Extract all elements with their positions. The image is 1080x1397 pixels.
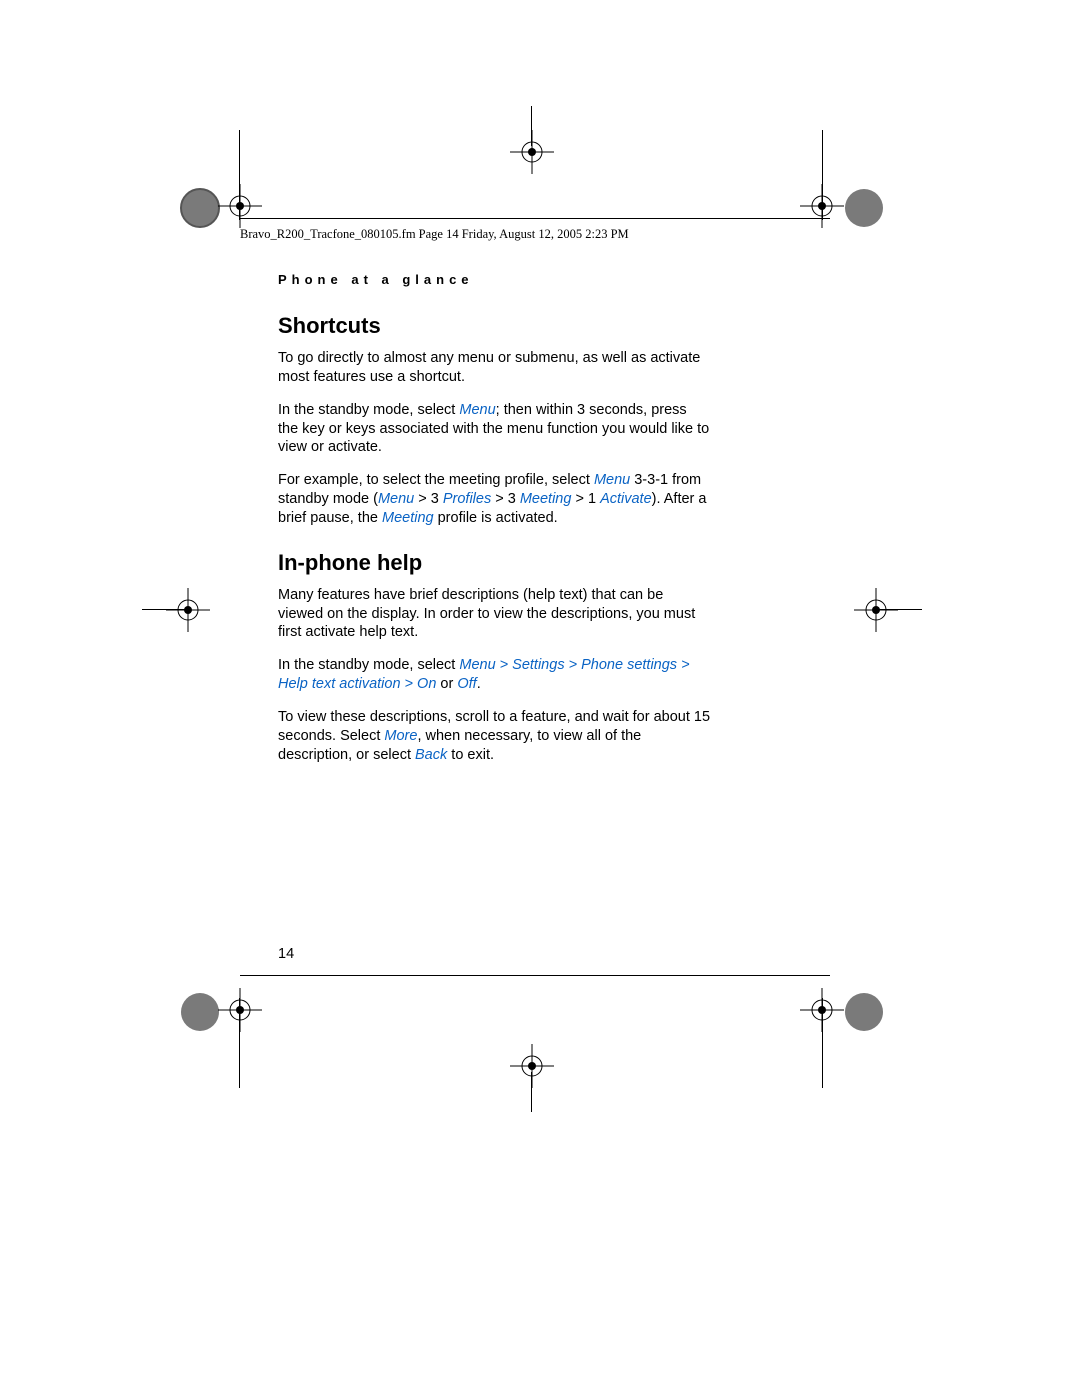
heading-in-phone-help: In-phone help <box>278 550 710 576</box>
file-header-line: Bravo_R200_Tracfone_080105.fm Page 14 Fr… <box>240 225 830 272</box>
body-text: To go directly to almost any menu or sub… <box>278 349 710 387</box>
crop-guide <box>239 130 240 220</box>
reg-mark-icon <box>166 588 210 632</box>
path-keyword: Help text activation <box>278 676 401 692</box>
reg-mark-icon <box>218 988 262 1032</box>
body-text: In the standby mode, select Menu > Setti… <box>278 656 710 694</box>
more-keyword: More <box>384 728 417 744</box>
corner-ornament-top-right <box>840 184 888 232</box>
body-text: To view these descriptions, scroll to a … <box>278 708 710 765</box>
text-run: > <box>571 491 588 507</box>
crop-guide <box>822 130 823 220</box>
path-keyword: Off <box>457 676 476 692</box>
text-run: or <box>436 676 457 692</box>
body-text: Many features have brief descriptions (h… <box>278 586 710 643</box>
text-run: In the standby mode, select <box>278 402 459 418</box>
back-keyword: Back <box>415 747 447 763</box>
crop-guide <box>142 609 186 610</box>
crop-guide <box>531 1072 532 1112</box>
body-text: In the standby mode, select Menu; then w… <box>278 401 710 458</box>
crop-guide <box>239 998 240 1088</box>
path-keyword: Meeting <box>382 510 434 526</box>
heading-shortcuts: Shortcuts <box>278 313 710 339</box>
path-keyword: Activate <box>600 491 652 507</box>
path-keyword: Menu <box>378 491 414 507</box>
path-keyword: Meeting <box>520 491 572 507</box>
corner-ornament-top-left <box>176 184 224 232</box>
path-sep: > <box>496 657 513 673</box>
path-keyword: Menu <box>459 657 495 673</box>
text-run: 3 <box>431 491 443 507</box>
menu-keyword: Menu <box>594 472 630 488</box>
running-header: Phone at a glance <box>278 272 710 287</box>
reg-mark-icon <box>854 588 898 632</box>
text-run: 1 <box>588 491 600 507</box>
path-keyword: On <box>417 676 436 692</box>
corner-ornament-bottom-right <box>840 988 888 1036</box>
path-sep: > <box>565 657 582 673</box>
corner-ornament-bottom-left <box>176 988 224 1036</box>
reg-mark-icon <box>510 1044 554 1088</box>
path-keyword: Phone settings <box>581 657 677 673</box>
page-content: Bravo_R200_Tracfone_080105.fm Page 14 Fr… <box>240 218 830 779</box>
text-run: In the standby mode, select <box>278 657 459 673</box>
menu-keyword: Menu <box>459 402 495 418</box>
path-keyword: Profiles <box>443 491 491 507</box>
crop-guide <box>531 106 532 146</box>
text-run: 3 <box>508 491 520 507</box>
path-sep: > <box>677 657 690 673</box>
bottom-rule <box>240 975 830 976</box>
text-run: profile is activated. <box>434 510 558 526</box>
text-run: > <box>491 491 508 507</box>
page-number: 14 <box>278 946 294 962</box>
body-text: For example, to select the meeting profi… <box>278 471 710 528</box>
text-run: to exit. <box>447 747 494 763</box>
text-run: . <box>477 676 481 692</box>
crop-guide <box>878 609 922 610</box>
crop-guide <box>822 998 823 1088</box>
path-keyword: Settings <box>512 657 564 673</box>
text-run: For example, to select the meeting profi… <box>278 472 594 488</box>
path-sep: > <box>401 676 418 692</box>
top-rule <box>240 218 830 219</box>
reg-mark-icon <box>510 130 554 174</box>
text-run: > <box>414 491 431 507</box>
